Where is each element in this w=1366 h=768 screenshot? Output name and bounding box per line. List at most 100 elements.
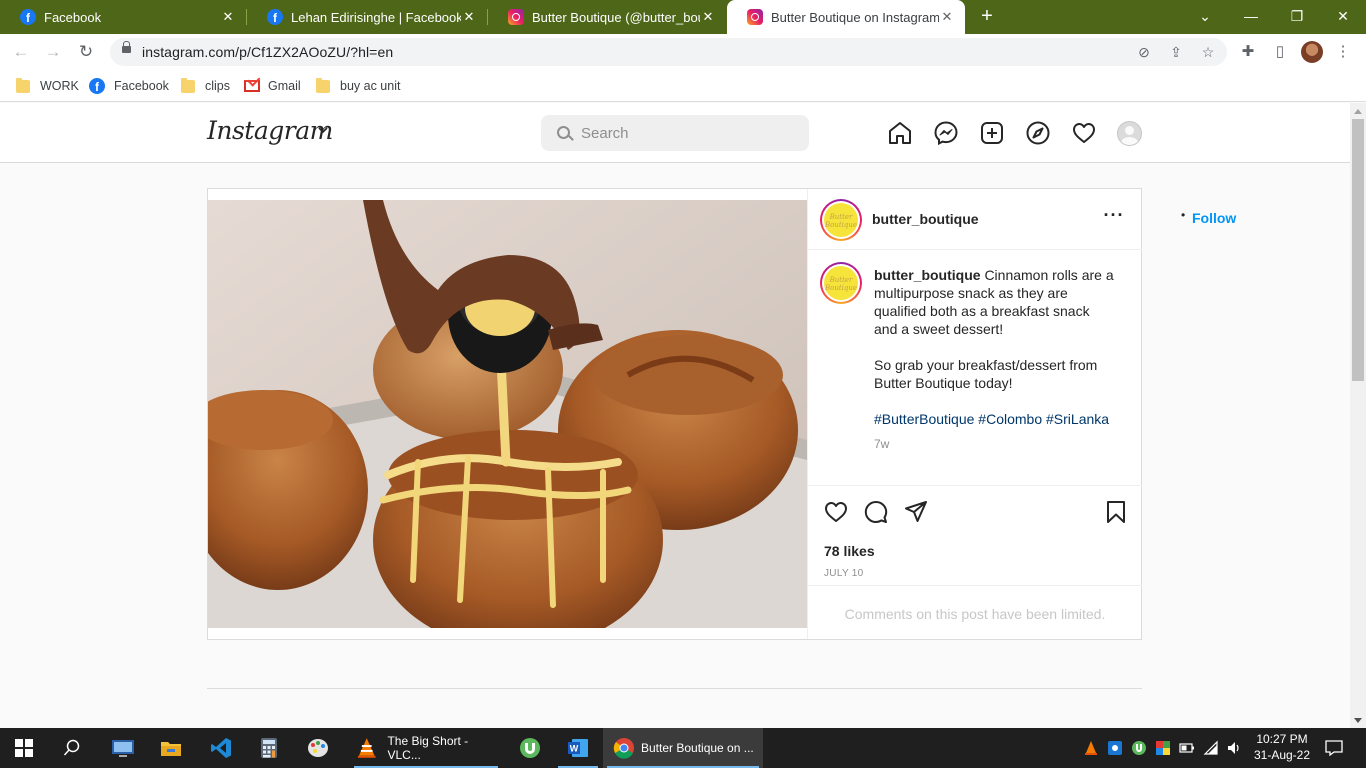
post-date: JULY 10	[824, 568, 864, 579]
minimize-button[interactable]: —	[1228, 0, 1274, 34]
vscode-icon[interactable]	[197, 728, 245, 768]
bookmark-clips[interactable]: clips	[181, 76, 230, 96]
taskbar-window-label: Butter Boutique on ...	[641, 741, 754, 755]
search-input[interactable]	[581, 123, 791, 143]
bookmark-buy-ac-unit[interactable]: buy ac unit	[316, 76, 400, 96]
page-scrollbar[interactable]	[1350, 103, 1366, 728]
post-image[interactable]	[208, 200, 807, 628]
messenger-icon[interactable]	[933, 120, 959, 146]
follow-button[interactable]: Follow	[1192, 210, 1236, 226]
side-panel-icon[interactable]: ▯	[1270, 42, 1290, 62]
volume-icon[interactable]	[1226, 740, 1242, 756]
post-username[interactable]: butter_boutique	[872, 211, 979, 227]
address-bar[interactable]: instagram.com/p/Cf1ZX2AOoZU/?hl=en ⊘ ⇪ ☆	[110, 38, 1227, 66]
folder-icon	[16, 77, 30, 93]
notifications-icon[interactable]	[1325, 740, 1343, 757]
close-icon[interactable]: ✕	[220, 9, 236, 25]
hashtag-link[interactable]: #SriLanka	[1046, 411, 1109, 427]
vlc-tray-icon[interactable]	[1083, 740, 1099, 756]
taskbar-vlc-window[interactable]: The Big Short - VLC...	[350, 728, 502, 768]
caption-username[interactable]: butter_boutique	[874, 267, 981, 283]
chevron-down-icon[interactable]	[316, 123, 330, 137]
close-window-button[interactable]: ✕	[1320, 0, 1366, 34]
windows-taskbar: The Big Short - VLC... W Butter Boutique…	[0, 728, 1366, 768]
colorful-app-tray-icon[interactable]	[1155, 740, 1171, 756]
close-icon[interactable]: ✕	[461, 9, 477, 25]
folder-icon	[316, 77, 330, 93]
restore-button[interactable]: ❐	[1274, 0, 1320, 34]
svg-text:W: W	[570, 744, 579, 754]
tab-facebook[interactable]: f Facebook ✕	[0, 0, 246, 34]
share-paper-plane-icon[interactable]	[903, 499, 929, 525]
activity-heart-icon[interactable]	[1071, 120, 1097, 146]
caption-avatar-ring[interactable]: Butter Boutique	[820, 262, 862, 304]
like-heart-icon[interactable]	[823, 499, 849, 525]
forward-button[interactable]: →	[42, 41, 64, 63]
instagram-icon	[508, 9, 524, 25]
desktop-app-icon[interactable]	[99, 728, 147, 768]
lock-icon[interactable]	[122, 41, 131, 53]
butter-boutique-avatar: Butter Boutique	[824, 266, 858, 300]
explore-compass-icon[interactable]	[1025, 120, 1051, 146]
gmail-icon	[244, 80, 260, 92]
clock-date: 31-Aug-22	[1253, 748, 1311, 762]
network-app-tray-icon[interactable]	[1107, 740, 1123, 756]
bookmark-work[interactable]: WORK	[16, 76, 79, 96]
taskbar-search-icon[interactable]	[48, 728, 96, 768]
back-button[interactable]: ←	[10, 41, 32, 63]
instagram-icon	[747, 9, 763, 25]
tab-lehan-facebook[interactable]: f Lehan Edirisinghe | Facebook ✕	[247, 0, 487, 34]
extensions-puzzle-icon[interactable]: ✚	[1238, 42, 1258, 62]
wifi-icon[interactable]	[1203, 740, 1219, 756]
system-clock[interactable]: 10:27 PM 31-Aug-22	[1250, 731, 1314, 763]
utorrent-tray-icon[interactable]	[1131, 740, 1147, 756]
bookmark-gmail[interactable]: Gmail	[244, 76, 301, 96]
caption-hashtags: #ButterBoutique #Colombo #SriLanka	[874, 410, 1114, 428]
instagram-logo[interactable]: Instagram	[207, 116, 333, 145]
close-icon[interactable]: ✕	[939, 9, 955, 25]
profile-avatar[interactable]	[1301, 41, 1323, 63]
bookmark-star-icon[interactable]: ☆	[1198, 42, 1218, 62]
post-time-ago[interactable]: 7w	[874, 437, 889, 451]
dot-separator: •	[1181, 208, 1186, 222]
post-card: Butter Boutique butter_boutique • Follow…	[207, 188, 1236, 640]
new-tab-button[interactable]: +	[976, 5, 998, 27]
start-button[interactable]	[0, 728, 48, 768]
paint-icon[interactable]	[294, 728, 342, 768]
scroll-thumb[interactable]	[1352, 119, 1364, 381]
taskbar-chrome-window[interactable]: Butter Boutique on ...	[603, 728, 763, 768]
bookmark-label: Gmail	[268, 79, 301, 93]
browser-toolbar: ← → ↻ instagram.com/p/Cf1ZX2AOoZU/?hl=en…	[0, 34, 1366, 70]
word-icon[interactable]: W	[554, 728, 602, 768]
eye-slash-icon[interactable]: ⊘	[1134, 42, 1154, 62]
avatar-frame: Butter Boutique	[822, 201, 860, 239]
close-icon[interactable]: ✕	[700, 9, 716, 25]
facebook-icon: f	[267, 9, 283, 25]
hashtag-link[interactable]: #ButterBoutique	[874, 411, 974, 427]
home-icon[interactable]	[887, 120, 913, 146]
save-bookmark-icon[interactable]	[1103, 499, 1129, 525]
tab-butter-boutique-post[interactable]: Butter Boutique on Instagram: "C ✕	[727, 0, 965, 34]
comment-icon[interactable]	[863, 499, 889, 525]
user-avatar[interactable]	[1117, 121, 1142, 146]
calculator-icon[interactable]	[245, 728, 293, 768]
file-explorer-icon[interactable]	[147, 728, 195, 768]
tab-search-chevron-icon[interactable]: ⌄	[1182, 0, 1228, 34]
story-ring[interactable]: Butter Boutique	[820, 199, 862, 241]
likes-count[interactable]: 78 likes	[824, 543, 875, 559]
battery-icon[interactable]	[1179, 740, 1195, 756]
scroll-up-icon[interactable]	[1354, 109, 1362, 114]
tab-title: Lehan Edirisinghe | Facebook	[291, 9, 461, 25]
menu-kebab-icon[interactable]: ⋮	[1333, 42, 1353, 62]
more-options-icon[interactable]: ···	[1103, 206, 1125, 227]
scroll-down-icon[interactable]	[1354, 718, 1362, 723]
share-icon[interactable]: ⇪	[1166, 42, 1186, 62]
reload-button[interactable]: ↻	[75, 41, 97, 63]
new-post-icon[interactable]	[979, 120, 1005, 146]
tab-butter-boutique-profile[interactable]: Butter Boutique (@butter_boutiq ✕	[488, 0, 726, 34]
hashtag-link[interactable]: #Colombo	[978, 411, 1042, 427]
bookmark-facebook[interactable]: f Facebook	[89, 76, 169, 96]
utorrent-icon[interactable]	[506, 728, 554, 768]
search-box[interactable]	[541, 115, 809, 151]
url-text[interactable]: instagram.com/p/Cf1ZX2AOoZU/?hl=en	[142, 44, 393, 60]
